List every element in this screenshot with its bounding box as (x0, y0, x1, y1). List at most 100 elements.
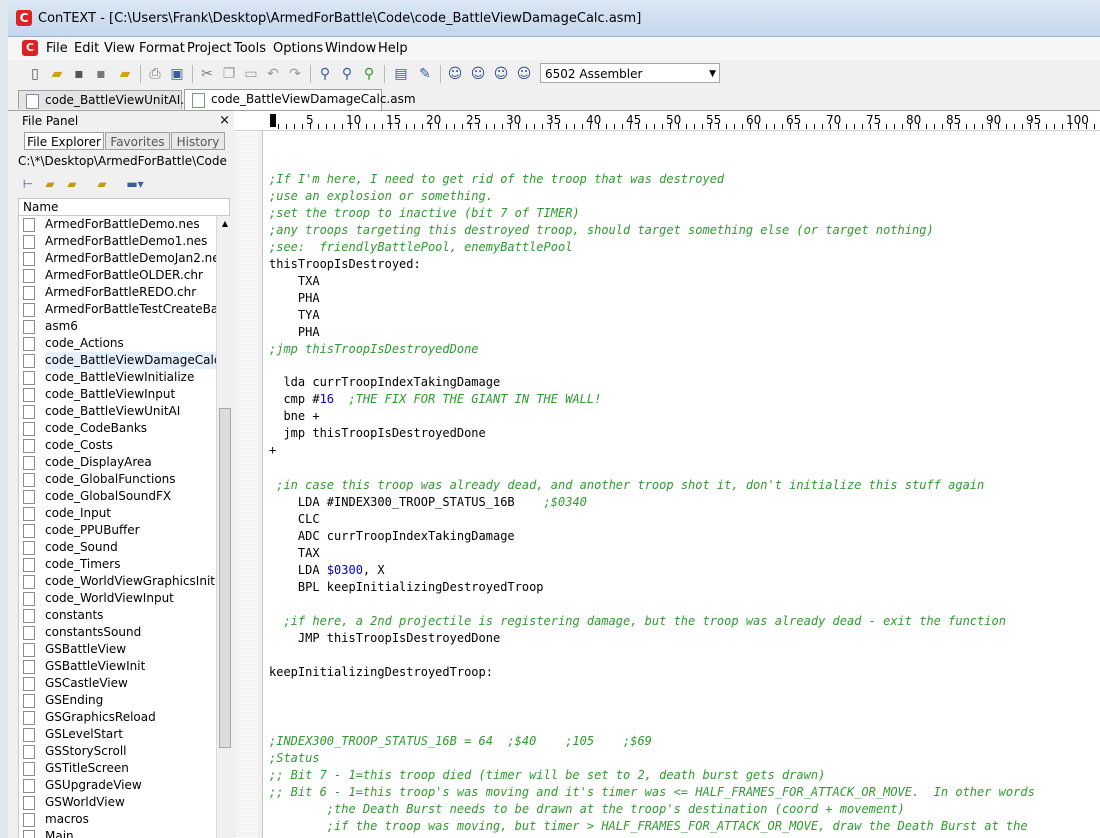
file-list-item[interactable]: GSGraphicsReload (19, 709, 217, 726)
file-icon (23, 745, 35, 759)
open-icon[interactable]: ▰ (48, 65, 66, 83)
user-4-icon[interactable]: ☺ (515, 65, 533, 83)
user-1-icon[interactable]: ☺ (446, 65, 464, 83)
tab-unit-ai[interactable]: code_BattleViewUnitAI.asm (18, 90, 209, 109)
menu-tools[interactable]: Tools (234, 41, 266, 56)
user-2-icon[interactable]: ☺ (469, 65, 487, 83)
file-list-item[interactable]: code_BattleViewDamageCalc (19, 352, 217, 369)
print-preview-icon[interactable]: ▣ (168, 65, 186, 83)
ruler-label: 45 (626, 113, 642, 127)
file-list-item[interactable]: GSBattleViewInit (19, 658, 217, 675)
file-list-item[interactable]: code_Input (19, 505, 217, 522)
open-folder-icon[interactable]: ▰ (116, 65, 134, 83)
file-list-item[interactable]: code_Timers (19, 556, 217, 573)
folder-up-icon[interactable]: ▰ (42, 176, 58, 192)
new-file-icon[interactable]: ▯ (26, 65, 44, 83)
file-list-item[interactable]: GSWorldView (19, 794, 217, 811)
file-name: ArmedForBattleDemoJan2.nes (45, 251, 217, 265)
file-icon (23, 728, 35, 742)
folder-open-icon[interactable]: ▰ (64, 176, 80, 192)
tab-favorites[interactable]: Favorites (105, 132, 170, 150)
copy-output-icon[interactable]: ▤ (392, 65, 410, 83)
code-line: ;Status (269, 750, 320, 766)
file-list-item[interactable]: Main (19, 828, 217, 838)
cut-icon[interactable]: ✂ (198, 65, 216, 83)
code-line: ;the Death Burst needs to be drawn at th… (269, 801, 905, 817)
tab-history[interactable]: History (171, 132, 225, 150)
find-icon[interactable]: ⚲ (316, 65, 334, 83)
list-header[interactable]: Name (18, 198, 230, 216)
menu-format[interactable]: Format (139, 41, 185, 56)
file-list-item[interactable]: ArmedForBattleTestCreateBat... (19, 301, 217, 318)
file-list-item[interactable]: code_GlobalSoundFX (19, 488, 217, 505)
file-list-item[interactable]: macros (19, 811, 217, 828)
toolbar-separator (440, 65, 441, 83)
save-all-icon[interactable]: ▪ (92, 65, 110, 83)
file-list-scrollbar[interactable]: ▲ (216, 216, 233, 838)
language-select[interactable]: 6502 Assembler ▼ (540, 63, 720, 83)
file-list-item[interactable]: code_BattleViewInput (19, 386, 217, 403)
code-editor[interactable]: 5 10 15 20 25 30 35 40 45 50 55 60 65 70 75 80 85 90 95 100… (234, 111, 1100, 838)
replace-icon[interactable]: ⚲ (360, 65, 378, 83)
code-text: PHA (269, 325, 320, 339)
file-list-item[interactable]: GSTitleScreen (19, 760, 217, 777)
menu-help[interactable]: Help (378, 41, 408, 56)
file-list-item[interactable]: code_CodeBanks (19, 420, 217, 437)
save-icon[interactable]: ▪ (70, 65, 88, 83)
file-list-item[interactable]: ArmedForBattleOLDER.chr (19, 267, 217, 284)
code-line: ;; Bit 7 - 1=this troop died (timer will… (269, 767, 825, 783)
paste-icon[interactable]: ▭ (242, 65, 260, 83)
file-list-item[interactable]: ArmedForBattleREDO.chr (19, 284, 217, 301)
file-icon (23, 218, 35, 232)
file-list-item[interactable]: GSUpgradeView (19, 777, 217, 794)
file-list-item[interactable]: code_Sound (19, 539, 217, 556)
menu-options[interactable]: Options (273, 41, 323, 56)
view-options-icon[interactable]: ▬▾ (120, 176, 150, 192)
user-3-icon[interactable]: ☺ (492, 65, 510, 83)
file-list-item[interactable]: code_Costs (19, 437, 217, 454)
file-list-item[interactable]: constantsSound (19, 624, 217, 641)
file-list-item[interactable]: GSEnding (19, 692, 217, 709)
file-list-item[interactable]: GSBattleView (19, 641, 217, 658)
scrollbar-thumb[interactable] (219, 408, 231, 748)
file-list-item[interactable]: code_BattleViewInitialize (19, 369, 217, 386)
tab-file-explorer[interactable]: File Explorer (24, 132, 104, 150)
undo-icon[interactable]: ↶ (264, 65, 282, 83)
menu-view[interactable]: View (104, 41, 135, 56)
scroll-up-icon[interactable]: ▲ (217, 216, 233, 232)
ruler-label: 20 (426, 113, 442, 127)
file-list-item[interactable]: code_WorldViewGraphicsInit (19, 573, 217, 590)
menu-edit[interactable]: Edit (74, 41, 99, 56)
file-list-item[interactable]: code_GlobalFunctions (19, 471, 217, 488)
code-comment: ;if here, a 2nd projectile is registerin… (283, 614, 1006, 628)
find-next-icon[interactable]: ⚲ (338, 65, 356, 83)
file-list-item[interactable]: GSLevelStart (19, 726, 217, 743)
menu-project[interactable]: Project (187, 41, 231, 56)
copy-icon[interactable]: ❐ (220, 65, 238, 83)
file-list-item[interactable]: code_PPUBuffer (19, 522, 217, 539)
file-list-item[interactable]: asm6 (19, 318, 217, 335)
edit-icon[interactable]: ✎ (416, 65, 434, 83)
file-list-item[interactable]: ArmedForBattleDemo1.nes (19, 233, 217, 250)
file-list-item[interactable]: GSCastleView (19, 675, 217, 692)
file-list-item[interactable]: code_DisplayArea (19, 454, 217, 471)
file-list-item[interactable]: code_WorldViewInput (19, 590, 217, 607)
document-menu-icon[interactable]: C (22, 40, 38, 56)
folder-favorite-icon[interactable]: ▰ (94, 176, 110, 192)
file-list-item[interactable]: code_BattleViewUnitAI (19, 403, 217, 420)
close-icon[interactable]: × (219, 113, 230, 128)
file-list-item[interactable]: constants (19, 607, 217, 624)
print-icon[interactable]: ⎙ (146, 65, 164, 83)
code-line: LDA $0300, X (269, 562, 385, 578)
file-name: code_Actions (45, 336, 124, 350)
file-list-item[interactable]: GSStoryScroll (19, 743, 217, 760)
tree-view-icon[interactable]: ⊢ (20, 176, 36, 192)
menu-window[interactable]: Window (325, 41, 376, 56)
tab-damage-calc[interactable]: code_BattleViewDamageCalc.asm (184, 89, 416, 110)
file-list-item[interactable]: code_Actions (19, 335, 217, 352)
file-list-item[interactable]: ArmedForBattleDemoJan2.nes (19, 250, 217, 267)
redo-icon[interactable]: ↷ (286, 65, 304, 83)
menu-file[interactable]: File (46, 41, 68, 56)
file-list-item[interactable]: ArmedForBattleDemo.nes (19, 216, 217, 233)
title-bar[interactable]: C ConTEXT - [C:\Users\Frank\Desktop\Arme… (8, 0, 1100, 37)
